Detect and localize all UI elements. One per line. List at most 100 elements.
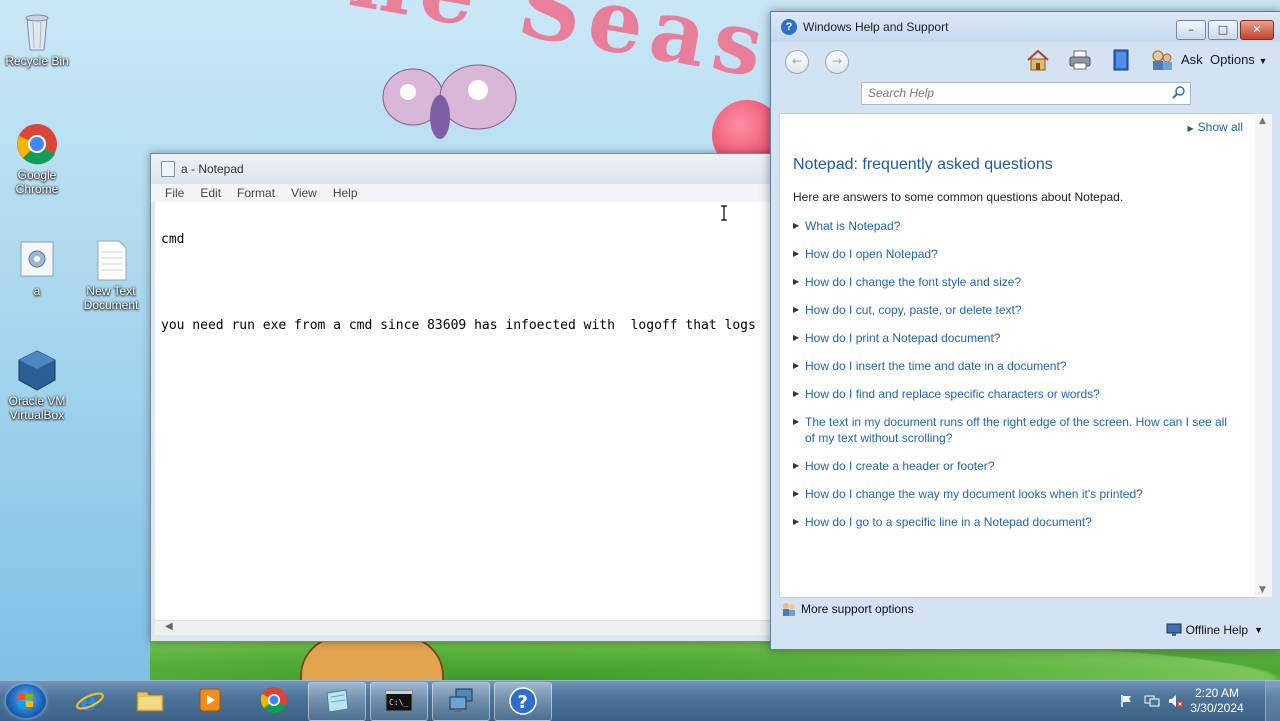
taskbar-internet-explorer[interactable]: e: [62, 682, 118, 719]
taskbar-help-and-support[interactable]: ?: [494, 682, 552, 721]
start-button[interactable]: [6, 684, 46, 718]
faq-label: How do I cut, copy, paste, or delete tex…: [805, 303, 1022, 317]
desktop-icon-label: Recycle Bin: [5, 54, 69, 68]
svg-text:?: ?: [518, 692, 528, 713]
taskbar-file-explorer[interactable]: [122, 682, 178, 719]
search-box: [861, 82, 1191, 105]
chevron-down-icon: ▼: [1254, 625, 1263, 635]
vertical-scrollbar[interactable]: ▲ ▼: [1255, 113, 1273, 598]
triangle-right-icon: ▶: [793, 221, 800, 230]
text-line: you need run exe from a cmd since 83609 …: [161, 318, 756, 333]
more-support-label: More support options: [801, 602, 914, 616]
notepad-window[interactable]: a - Notepad File Edit Format View Help c…: [150, 153, 802, 642]
menu-edit[interactable]: Edit: [192, 186, 229, 200]
desktop-icon-chrome[interactable]: Google Chrome: [0, 122, 74, 196]
remote-desktop-icon: [449, 688, 473, 712]
browse-help-icon[interactable]: [1108, 48, 1134, 72]
triangle-right-icon: ▶: [793, 389, 800, 398]
forward-icon[interactable]: →: [825, 50, 849, 74]
action-center-flag-icon[interactable]: [1120, 694, 1134, 708]
horizontal-scrollbar[interactable]: ◀: [155, 620, 801, 635]
ask-label[interactable]: Ask: [1181, 52, 1203, 67]
scroll-left-arrow-icon[interactable]: ◀: [165, 621, 173, 632]
options-menu[interactable]: Options ▼: [1210, 52, 1267, 67]
maximize-button[interactable]: □: [1208, 20, 1238, 40]
faq-link[interactable]: ▶ The text in my document runs off the ri…: [793, 414, 1233, 446]
clock-time: 2:20 AM: [1194, 686, 1240, 700]
help-toolbar: ← → Ask Options ▼: [771, 42, 1280, 80]
text-line: [161, 276, 795, 289]
close-button[interactable]: ✕: [1240, 20, 1274, 40]
show-all-link[interactable]: ▶ Show all: [1187, 120, 1243, 134]
faq-link[interactable]: ▶ How do I find and replace specific char…: [793, 386, 1233, 402]
intro-text: Here are answers to some common question…: [793, 190, 1124, 204]
wallpaper-butterfly: [382, 64, 517, 139]
triangle-right-icon: ▶: [793, 461, 800, 470]
desktop-icon-label: Google Chrome: [15, 168, 59, 196]
faq-label: How do I insert the time and date in a d…: [805, 359, 1067, 373]
faq-link[interactable]: ▶ How do I go to a specific line in a Not…: [793, 514, 1233, 530]
search-icon[interactable]: [1172, 85, 1186, 99]
taskbar: e C:\_ ? 2:20 AM 3/30/2024: [0, 680, 1280, 721]
text-cursor-icon: [721, 205, 727, 221]
desktop-icon-label: Oracle VM VirtualBox: [8, 394, 66, 422]
cmd-icon: C:\_: [385, 690, 413, 712]
clock-date: 3/30/2024: [1190, 701, 1244, 715]
notepad-title: a - Notepad: [181, 162, 244, 176]
taskbar-chrome[interactable]: [246, 682, 302, 719]
menu-view[interactable]: View: [283, 186, 325, 200]
svg-text:C:\_: C:\_: [389, 698, 408, 707]
ask-icon[interactable]: [1149, 48, 1175, 72]
show-desktop-button[interactable]: [1265, 681, 1280, 721]
offline-help-button[interactable]: Offline Help ▼: [1166, 623, 1263, 637]
support-people-icon: [783, 603, 795, 616]
faq-label: How do I find and replace specific chara…: [805, 387, 1100, 401]
menu-help[interactable]: Help: [325, 186, 366, 200]
scroll-down-arrow-icon[interactable]: ▼: [1259, 585, 1266, 595]
page-title: Notepad: frequently asked questions: [793, 156, 1053, 173]
menu-file[interactable]: File: [157, 186, 192, 200]
clock[interactable]: 2:20 AM 3/30/2024: [1182, 686, 1252, 716]
faq-link[interactable]: ▶ How do I create a header or footer?: [793, 458, 1233, 474]
network-icon[interactable]: [1144, 694, 1160, 708]
search-input[interactable]: [862, 83, 1168, 102]
taskbar-notepad[interactable]: [308, 682, 366, 721]
faq-link[interactable]: ▶ What is Notepad?: [793, 218, 1233, 234]
taskbar-command-prompt[interactable]: C:\_: [370, 682, 428, 721]
back-icon[interactable]: ←: [785, 50, 809, 74]
triangle-right-icon: ▶: [793, 361, 800, 370]
notepad-text-area[interactable]: cmd you need run exe from a cmd since 83…: [155, 202, 801, 620]
help-window[interactable]: ? Windows Help and Support – □ ✕ ← → Ask…: [770, 11, 1280, 650]
faq-link[interactable]: ▶ How do I change the font style and size…: [793, 274, 1233, 290]
taskbar-remote-desktop[interactable]: [432, 682, 490, 721]
windows-logo-icon: [18, 694, 33, 707]
faq-link[interactable]: ▶ How do I print a Notepad document?: [793, 330, 1233, 346]
offline-monitor-icon: [1166, 623, 1182, 636]
triangle-right-icon: ▶: [793, 249, 800, 258]
notepad-icon: [161, 161, 175, 177]
faq-link[interactable]: ▶ How do I change the way my document loo…: [793, 486, 1233, 502]
taskbar-media-player[interactable]: [182, 682, 238, 719]
faq-label: How do I create a header or footer?: [805, 459, 995, 473]
desktop-icon-label: a: [33, 284, 41, 298]
triangle-right-icon: ▶: [1187, 124, 1194, 133]
minimize-button[interactable]: –: [1176, 20, 1206, 40]
faq-link[interactable]: ▶ How do I open Notepad?: [793, 246, 1233, 262]
folder-icon: [136, 691, 164, 712]
desktop-icon-recycle-bin[interactable]: Recycle Bin: [0, 8, 74, 68]
notepad-titlebar[interactable]: a - Notepad: [151, 154, 801, 184]
desktop-icon-new-text-document[interactable]: New Text Document: [74, 238, 148, 312]
desktop-icon-virtualbox[interactable]: Oracle VM VirtualBox: [0, 348, 74, 422]
settings-file-icon: [20, 241, 54, 277]
print-icon[interactable]: [1067, 48, 1093, 72]
scroll-up-arrow-icon[interactable]: ▲: [1259, 116, 1266, 126]
recycle-bin-icon: [25, 14, 49, 51]
menu-format[interactable]: Format: [229, 186, 283, 200]
desktop-icon-a[interactable]: a: [0, 238, 74, 298]
more-support-button[interactable]: More support options: [781, 601, 914, 617]
faq-link[interactable]: ▶ How do I insert the time and date in a …: [793, 358, 1233, 374]
faq-link[interactable]: ▶ How do I cut, copy, paste, or delete te…: [793, 302, 1233, 318]
home-icon[interactable]: [1025, 48, 1051, 72]
text-line: cmd: [161, 232, 185, 247]
faq-label: How do I go to a specific line in a Note…: [805, 515, 1092, 529]
